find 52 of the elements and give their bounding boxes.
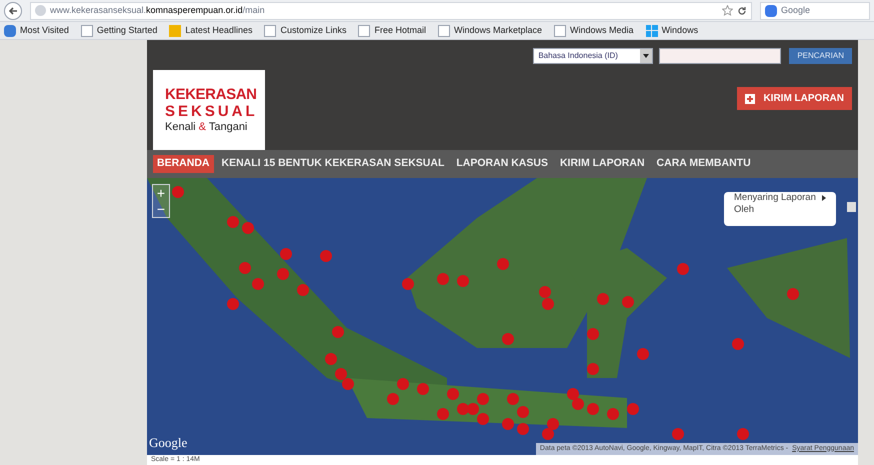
windows-logo-icon — [646, 24, 658, 36]
search-button[interactable]: PENCARIAN — [789, 48, 852, 64]
zoom-in-button[interactable]: + — [153, 185, 169, 201]
page-icon — [438, 24, 450, 36]
filter-button[interactable]: Menyaring Laporan Oleh — [724, 192, 836, 226]
bookmark-link[interactable]: Customize Links — [264, 24, 346, 38]
address-field[interactable]: www.kekerasanseksual.komnasperempuan.or.id/main — [30, 2, 752, 20]
page-icon — [554, 24, 566, 36]
map-marker[interactable] — [280, 248, 292, 260]
bookmark-link[interactable]: Latest Headlines — [169, 24, 252, 38]
search-input-field[interactable] — [659, 48, 782, 64]
bookmark-link[interactable]: Getting Started — [80, 24, 158, 38]
map-marker[interactable] — [637, 348, 649, 360]
map-marker[interactable] — [627, 403, 639, 415]
map-marker[interactable] — [477, 413, 489, 425]
page-icon — [80, 24, 93, 36]
language-select[interactable]: Bahasa Indonesia (ID) — [533, 48, 654, 64]
map-marker[interactable] — [732, 338, 744, 350]
back-icon[interactable] — [4, 2, 22, 20]
plus-icon — [745, 94, 756, 104]
map-marker[interactable] — [567, 388, 579, 400]
reload-icon[interactable] — [737, 6, 747, 16]
url-text: www.kekerasanseksual.komnasperempuan.or.id/main — [50, 4, 265, 17]
bookmark-link[interactable]: Windows — [646, 24, 698, 38]
map-marker[interactable] — [320, 250, 332, 262]
page-icon — [358, 24, 370, 36]
map-marker[interactable] — [502, 418, 514, 430]
map-marker[interactable] — [402, 278, 414, 290]
map-marker[interactable] — [342, 378, 354, 390]
bookmark-link[interactable]: Most Visited — [4, 24, 69, 38]
search-engine-field[interactable]: Google — [760, 2, 870, 20]
site-logo[interactable]: KEKERASAN SEKSUAL Kenali & Tangani — [153, 70, 265, 150]
map-marker[interactable] — [672, 428, 684, 440]
map-marker[interactable] — [737, 428, 749, 440]
zoom-out-button[interactable]: − — [153, 201, 169, 217]
map-marker[interactable] — [677, 263, 689, 275]
nav-tab[interactable]: KIRIM LAPORAN — [556, 155, 649, 173]
nav-tab[interactable]: KENALI 15 BENTUK KEKERASAN SEKSUAL — [218, 155, 448, 173]
nav-tab[interactable]: LAPORAN KASUS — [452, 155, 552, 173]
map-marker[interactable] — [542, 428, 554, 440]
bookmark-link[interactable]: Windows Media — [554, 24, 634, 38]
google-logo: Google — [149, 434, 188, 452]
map-marker[interactable] — [517, 423, 529, 435]
caret-icon — [822, 195, 826, 201]
star-icon[interactable] — [722, 5, 733, 16]
map-marker[interactable] — [227, 298, 239, 310]
nav-tab[interactable]: BERANDA — [153, 155, 214, 173]
bookmark-link[interactable]: Free Hotmail — [358, 24, 426, 38]
bookmark-link[interactable]: Windows Marketplace — [438, 24, 542, 38]
report-button[interactable]: KIRIM LAPORAN — [737, 87, 852, 110]
nav-tab[interactable]: CARA MEMBANTU — [652, 155, 755, 173]
page-icon — [264, 24, 276, 36]
